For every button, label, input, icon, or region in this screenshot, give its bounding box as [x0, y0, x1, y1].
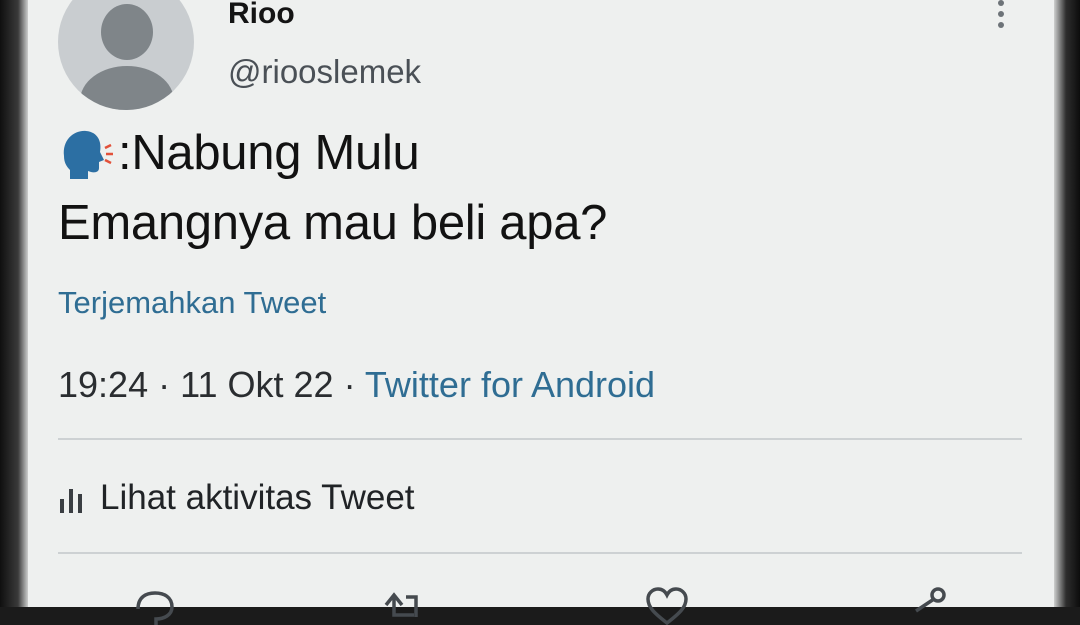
avatar-body	[80, 66, 174, 110]
share-icon[interactable]	[902, 585, 952, 625]
video-frame: Rioo @riooslemek :Nabung Mulu Emangnya m…	[0, 0, 1080, 625]
like-icon[interactable]	[642, 585, 692, 625]
tweet-card: Rioo @riooslemek :Nabung Mulu Emangnya m…	[28, 0, 1054, 625]
user-handle[interactable]: @riooslemek	[228, 52, 421, 92]
tweet-meta: 19:24 · 11 Okt 22 · Twitter for Android	[58, 363, 655, 407]
avatar[interactable]	[58, 0, 194, 110]
divider-top	[58, 438, 1022, 440]
meta-separator: ·	[343, 364, 356, 405]
speaking-head-icon	[63, 130, 113, 179]
tweet-text-line-1: :Nabung Mulu	[118, 126, 420, 180]
tweet-text: :Nabung Mulu Emangnya mau beli apa?	[58, 118, 607, 258]
meta-separator: ·	[158, 364, 171, 405]
tweet-line-2: Emangnya mau beli apa?	[58, 188, 607, 258]
avatar-head	[101, 4, 153, 60]
display-name[interactable]: Rioo	[228, 0, 295, 32]
action-bar	[28, 585, 1054, 625]
more-options-icon[interactable]	[994, 0, 1008, 28]
retweet-icon[interactable]	[380, 585, 430, 625]
activity-label: Lihat aktivitas Tweet	[100, 478, 415, 517]
translate-tweet-link[interactable]: Terjemahkan Tweet	[58, 283, 326, 323]
tweet-line-1: :Nabung Mulu	[58, 118, 607, 188]
tweet-time: 19:24	[58, 364, 149, 405]
tweet-text-line-2: Emangnya mau beli apa?	[58, 196, 608, 250]
tweet-date: 11 Okt 22	[180, 364, 334, 405]
analytics-bars-icon	[58, 483, 86, 513]
divider-bottom	[58, 552, 1022, 554]
view-tweet-activity[interactable]: Lihat aktivitas Tweet	[58, 476, 415, 520]
reply-icon[interactable]	[130, 585, 180, 625]
tweet-source-link[interactable]: Twitter for Android	[365, 364, 655, 405]
